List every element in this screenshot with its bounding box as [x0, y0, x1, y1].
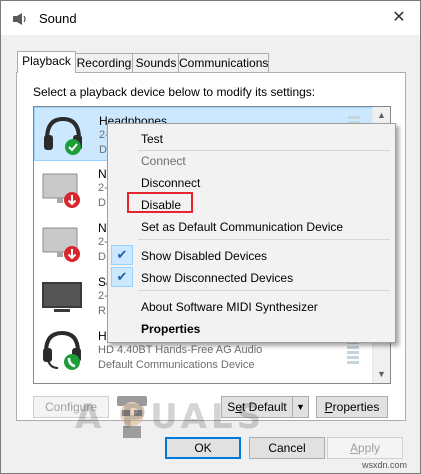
apply-label-2: pply	[358, 441, 381, 455]
scroll-down-icon[interactable]: ▼	[373, 366, 390, 383]
menu-item-set-default-comm[interactable]: Set as Default Communication Device	[141, 220, 343, 234]
device-status: R	[98, 305, 106, 317]
menu-item-show-disabled[interactable]: Show Disabled Devices	[141, 249, 267, 263]
speaker-monitor-icon	[42, 227, 80, 262]
speaker-icon	[13, 13, 26, 25]
watermark-text: A PUALS	[75, 397, 266, 437]
headset-icon	[43, 330, 81, 370]
check-icon: ✔	[111, 245, 133, 265]
menu-separator	[138, 150, 390, 151]
highlight-annotation-box	[127, 192, 193, 213]
device-name: N	[98, 221, 107, 235]
tab-playback[interactable]: Playback	[17, 51, 76, 73]
check-icon: ✔	[111, 267, 133, 287]
tab-recording[interactable]: Recording	[74, 53, 134, 72]
scroll-up-icon[interactable]: ▲	[373, 107, 390, 124]
menu-separator	[138, 290, 390, 291]
source-label: wsxdn.com	[362, 460, 408, 470]
menu-item-connect[interactable]: Connect	[141, 154, 186, 168]
menu-item-test[interactable]: Test	[141, 132, 163, 146]
chevron-down-icon: ▼	[296, 402, 305, 412]
apply-label-1: A	[349, 441, 358, 455]
device-name: H	[98, 329, 107, 343]
properties-label-1: P	[324, 400, 333, 414]
phone-badge-icon	[64, 354, 80, 370]
window-title: Sound	[39, 11, 77, 26]
close-icon: ✕	[392, 9, 406, 26]
context-menu: Test Connect Disconnect Disable Set as D…	[107, 123, 396, 343]
set-default-dropdown[interactable]: ▼	[292, 396, 309, 418]
menu-item-show-disconnected[interactable]: Show Disconnected Devices	[141, 271, 293, 285]
check-badge-icon	[65, 139, 81, 155]
close-button[interactable]: ✕	[389, 9, 409, 27]
device-status: D	[98, 251, 106, 263]
apply-button[interactable]: Apply	[327, 437, 403, 459]
speaker-monitor-icon	[42, 173, 80, 208]
tv-monitor-icon	[42, 282, 82, 312]
menu-item-about-midi[interactable]: About Software MIDI Synthesizer	[141, 300, 318, 314]
device-status: D	[98, 197, 106, 209]
properties-label-2: roperties	[332, 400, 380, 414]
tab-communications[interactable]: Communications	[178, 53, 269, 72]
title-bar[interactable]: Sound ✕	[1, 1, 420, 35]
cancel-button[interactable]: Cancel	[249, 437, 325, 459]
device-desc: HD 4.40BT Hands-Free AG Audio	[98, 344, 263, 356]
headphones-icon	[44, 116, 82, 155]
tab-sounds[interactable]: Sounds	[132, 53, 180, 72]
menu-item-disconnect[interactable]: Disconnect	[141, 176, 200, 190]
properties-button[interactable]: Properties	[316, 396, 388, 418]
menu-separator	[138, 239, 390, 240]
instruction-text: Select a playback device below to modify…	[33, 85, 316, 99]
device-name: N	[98, 167, 107, 181]
menu-item-properties[interactable]: Properties	[141, 322, 200, 336]
device-status: Default Communications Device	[98, 359, 255, 371]
ok-button[interactable]: OK	[165, 437, 241, 459]
